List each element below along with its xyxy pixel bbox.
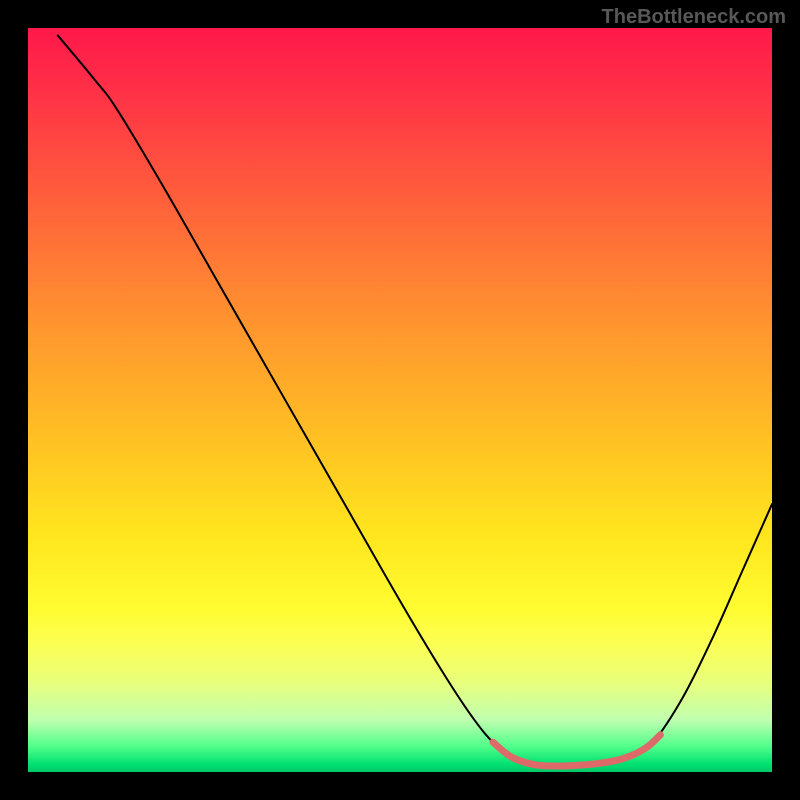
watermark-text: TheBottleneck.com (602, 6, 786, 29)
chart-svg (28, 28, 772, 772)
chart-area (28, 28, 772, 772)
highlight-line (493, 735, 660, 766)
curve-line (58, 35, 772, 766)
